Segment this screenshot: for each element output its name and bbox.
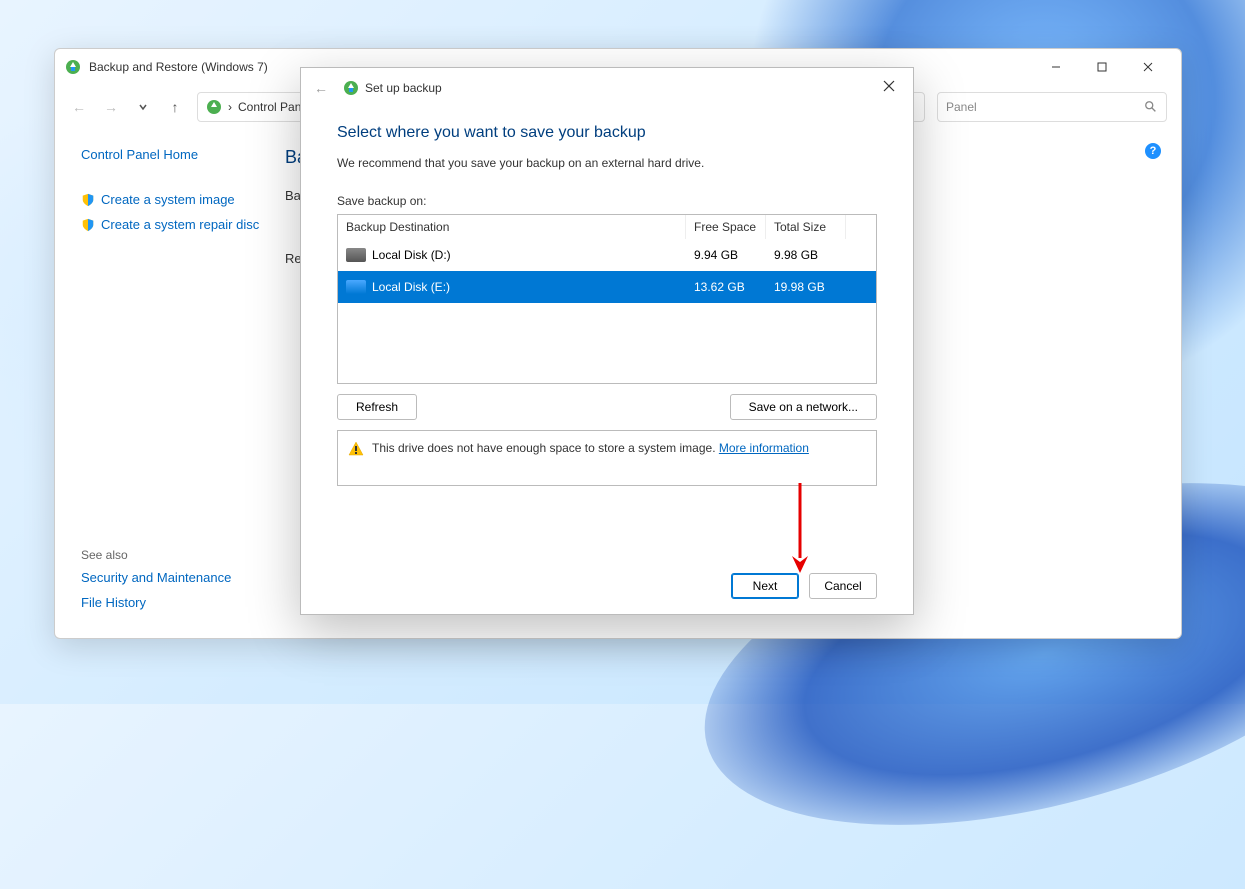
search-placeholder: Panel xyxy=(946,100,977,114)
drive-icon xyxy=(346,280,366,294)
sidebar-create-repair-disc[interactable]: Create a system repair disc xyxy=(81,217,265,232)
drive-free: 13.62 GB xyxy=(686,280,766,294)
nav-back-button[interactable]: ← xyxy=(69,97,89,117)
dialog-titlebar[interactable]: ← Set up backup xyxy=(301,68,913,108)
nav-up-button[interactable]: ↑ xyxy=(165,97,185,117)
setup-backup-dialog: ← Set up backup Select where you want to… xyxy=(300,67,914,615)
col-header-total[interactable]: Total Size xyxy=(766,215,846,239)
save-backup-label: Save backup on: xyxy=(337,194,877,208)
see-also-label: See also xyxy=(81,548,265,562)
drive-table: Backup Destination Free Space Total Size… xyxy=(337,214,877,384)
sidebar-control-panel-home[interactable]: Control Panel Home xyxy=(81,147,265,162)
close-icon xyxy=(883,80,895,92)
backup-icon xyxy=(343,80,359,96)
drive-name: Local Disk (D:) xyxy=(372,248,451,262)
shield-icon xyxy=(81,193,95,207)
refresh-button[interactable]: Refresh xyxy=(337,394,417,420)
search-input[interactable]: Panel xyxy=(937,92,1167,122)
warning-box: This drive does not have enough space to… xyxy=(337,430,877,486)
dialog-title: Set up backup xyxy=(365,81,905,95)
search-icon xyxy=(1144,100,1158,114)
sidebar: Control Panel Home Create a system image… xyxy=(55,129,265,638)
cancel-button[interactable]: Cancel xyxy=(809,573,877,599)
drive-row[interactable]: Local Disk (D:) 9.94 GB9.98 GB xyxy=(338,239,876,271)
save-on-network-button[interactable]: Save on a network... xyxy=(730,394,877,420)
col-header-spacer xyxy=(846,215,876,239)
warning-text: This drive does not have enough space to… xyxy=(372,441,719,455)
col-header-destination[interactable]: Backup Destination xyxy=(338,215,686,239)
drive-total: 9.98 GB xyxy=(766,248,846,262)
col-header-free[interactable]: Free Space xyxy=(686,215,766,239)
sidebar-file-history[interactable]: File History xyxy=(81,595,265,610)
breadcrumb-segment[interactable]: Control Pan xyxy=(238,100,301,114)
sidebar-security-maintenance[interactable]: Security and Maintenance xyxy=(81,570,265,585)
dialog-heading: Select where you want to save your backu… xyxy=(337,124,877,142)
more-information-link[interactable]: More information xyxy=(719,441,809,455)
minimize-button[interactable] xyxy=(1033,51,1079,83)
breadcrumb-separator: › xyxy=(228,100,232,114)
nav-recent-dropdown[interactable] xyxy=(133,97,153,117)
backup-restore-icon xyxy=(206,99,222,115)
dialog-subtext: We recommend that you save your backup o… xyxy=(337,156,877,170)
drive-name: Local Disk (E:) xyxy=(372,280,450,294)
nav-forward-button[interactable]: → xyxy=(101,97,121,117)
backup-restore-icon xyxy=(65,59,81,75)
warning-icon xyxy=(348,441,364,457)
table-header: Backup Destination Free Space Total Size xyxy=(338,215,876,239)
next-button[interactable]: Next xyxy=(731,573,799,599)
shield-icon xyxy=(81,218,95,232)
dialog-footer: Next Cancel xyxy=(301,558,913,614)
dialog-back-button[interactable]: ← xyxy=(309,76,333,100)
drive-row[interactable]: Local Disk (E:) 13.62 GB19.98 GB xyxy=(338,271,876,303)
maximize-button[interactable] xyxy=(1079,51,1125,83)
help-icon[interactable]: ? xyxy=(1145,143,1161,159)
sidebar-create-system-image[interactable]: Create a system image xyxy=(81,192,265,207)
drive-icon xyxy=(346,248,366,262)
dialog-close-button[interactable] xyxy=(869,70,909,102)
drive-total: 19.98 GB xyxy=(766,280,846,294)
drive-free: 9.94 GB xyxy=(686,248,766,262)
close-button[interactable] xyxy=(1125,51,1171,83)
